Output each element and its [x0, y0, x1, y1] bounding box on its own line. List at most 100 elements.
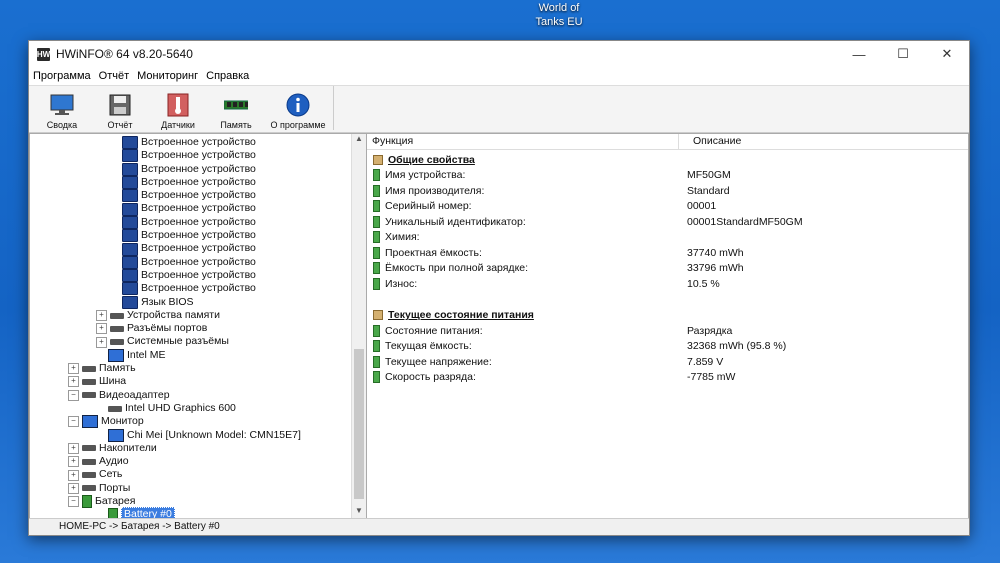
tree-item[interactable]: Встроенное устройство	[30, 216, 352, 229]
detail-key: Уникальный идентификатор:	[385, 215, 526, 228]
tree-item[interactable]: Встроенное устройство	[30, 282, 352, 296]
tree-item[interactable]: Intel ME	[30, 349, 352, 362]
detail-value: Разрядка	[687, 324, 733, 337]
tree-item[interactable]: Встроенное устройство	[30, 256, 352, 269]
memory-button[interactable]: Память	[207, 86, 265, 130]
detail-row[interactable]: Состояние питания: Разрядка	[367, 323, 968, 339]
detail-row[interactable]: Проектная ёмкость: 37740 mWh	[367, 245, 968, 261]
tree-item-label: Язык BIOS	[141, 295, 194, 308]
scroll-down-icon[interactable]: ▼	[352, 506, 366, 518]
detail-row[interactable]: Ёмкость при полной зарядке: 33796 mWh	[367, 261, 968, 277]
detail-row[interactable]: Имя производителя: Standard	[367, 183, 968, 199]
detail-value: 37740 mWh	[687, 246, 744, 259]
tree-item-label: Встроенное устройство	[141, 255, 256, 268]
tree-item[interactable]: + Накопители	[30, 442, 352, 455]
tree-scrollbar[interactable]: ▲ ▼	[351, 134, 366, 518]
section-title: Общие свойства	[388, 153, 475, 166]
title-bar[interactable]: HW HWiNFO® 64 v8.20-5640 — ☐ ✕	[29, 41, 969, 67]
expand-icon[interactable]: +	[68, 376, 79, 388]
tree-item-label: Устройства памяти	[127, 308, 220, 321]
expand-icon[interactable]: +	[68, 363, 79, 375]
close-button[interactable]: ✕	[925, 41, 969, 67]
tree-item[interactable]: − Видеоадаптер	[30, 389, 352, 402]
tree-item[interactable]: Встроенное устройство	[30, 163, 352, 176]
collapse-icon[interactable]: −	[68, 416, 79, 428]
about-button[interactable]: О программе	[265, 86, 331, 130]
detail-row[interactable]: Уникальный идентификатор: 00001StandardMF…	[367, 214, 968, 230]
chip-device-icon	[122, 229, 138, 243]
expand-icon[interactable]: +	[96, 323, 107, 335]
tree-item[interactable]: Chi Mei [Unknown Model: CMN15E7]	[30, 429, 352, 442]
tree-item[interactable]: + Сеть	[30, 468, 352, 481]
tree-item[interactable]: + Разъёмы портов	[30, 322, 352, 335]
tree-item[interactable]: Язык BIOS	[30, 296, 352, 309]
tree-item[interactable]: − Монитор	[30, 415, 352, 429]
tree-item[interactable]: + Системные разъёмы	[30, 335, 352, 348]
tree-item-label: Встроенное устройство	[141, 229, 256, 242]
menu-report[interactable]: Отчёт	[99, 70, 129, 82]
collapse-icon[interactable]: −	[68, 496, 79, 508]
tree-item-label: Накопители	[99, 441, 157, 454]
tree-item[interactable]: + Устройства памяти	[30, 309, 352, 322]
menu-bar: Программа Отчёт Мониторинг Справка	[29, 67, 969, 85]
menu-help[interactable]: Справка	[206, 70, 249, 82]
detail-row[interactable]: Химия:	[367, 230, 968, 246]
device-tree-pane[interactable]: Встроенное устройство Встроенное устройст…	[29, 133, 367, 519]
scroll-up-icon[interactable]: ▲	[352, 134, 366, 146]
battery-item-icon	[373, 200, 380, 213]
menu-program[interactable]: Программа	[33, 70, 91, 82]
tree-item[interactable]: Встроенное устройство	[30, 229, 352, 243]
report-button[interactable]: Отчёт	[91, 86, 149, 130]
desktop-icon-label[interactable]: World of Tanks EU	[528, 1, 590, 29]
tree-item[interactable]: Встроенное устройство	[30, 269, 352, 283]
detail-key: Имя производителя:	[385, 184, 485, 197]
collapse-icon[interactable]: −	[68, 389, 79, 401]
column-header-function[interactable]: Функция	[367, 134, 679, 149]
gray-device-icon	[82, 392, 96, 399]
tree-item[interactable]: Встроенное устройство	[30, 176, 352, 190]
tree-item[interactable]: + Аудио	[30, 455, 352, 468]
detail-row[interactable]: Скорость разряда: -7785 mW	[367, 370, 968, 386]
tree-item[interactable]: Встроенное устройство	[30, 242, 352, 256]
menu-monitoring[interactable]: Мониторинг	[137, 70, 198, 82]
tree-item[interactable]: Intel UHD Graphics 600	[30, 402, 352, 415]
battery-item-icon	[373, 277, 380, 290]
hwinfo-window: HW HWiNFO® 64 v8.20-5640 — ☐ ✕ Программа…	[28, 40, 970, 536]
maximize-button[interactable]: ☐	[881, 41, 925, 67]
tree-item[interactable]: + Память	[30, 362, 352, 375]
tree-item[interactable]: Встроенное устройство	[30, 136, 352, 150]
expand-icon[interactable]: +	[68, 469, 79, 481]
detail-key: Текущая ёмкость:	[385, 340, 472, 353]
blue-device-icon	[108, 428, 124, 442]
summary-button[interactable]: Сводка	[33, 86, 91, 130]
tree-item[interactable]: Встроенное устройство	[30, 202, 352, 216]
detail-row[interactable]: Износ: 10.5 %	[367, 276, 968, 292]
tree-item[interactable]: + Шина	[30, 375, 352, 388]
tree-item-label: Intel UHD Graphics 600	[125, 401, 236, 414]
tree-item[interactable]: Встроенное устройство	[30, 189, 352, 203]
detail-key: Состояние питания:	[385, 324, 483, 337]
expand-icon[interactable]: +	[68, 456, 79, 468]
detail-row[interactable]: Текущая ёмкость: 32368 mWh (95.8 %)	[367, 339, 968, 355]
chip-device-icon	[122, 189, 138, 203]
sensors-button[interactable]: Датчики	[149, 86, 207, 130]
expand-icon[interactable]: +	[96, 336, 107, 348]
chip-device-icon	[122, 162, 138, 176]
column-header-description[interactable]: Описание	[679, 134, 741, 149]
tree-item[interactable]: Встроенное устройство	[30, 149, 352, 163]
expand-icon[interactable]: +	[68, 482, 79, 494]
detail-row[interactable]: Имя устройства: MF50GM	[367, 168, 968, 184]
gray-device-icon	[110, 312, 124, 319]
expand-icon[interactable]: +	[68, 442, 79, 454]
tree-item[interactable]: − Батарея	[30, 495, 352, 509]
battery-item-icon	[373, 184, 380, 197]
battery-item-icon	[373, 324, 380, 337]
minimize-button[interactable]: —	[837, 41, 881, 67]
detail-row[interactable]: Текущее напряжение: 7.859 V	[367, 354, 968, 370]
expand-icon[interactable]: +	[96, 310, 107, 321]
tree-item[interactable]: + Порты	[30, 482, 352, 495]
monitor-icon	[50, 93, 74, 117]
detail-row[interactable]: Серийный номер: 00001	[367, 199, 968, 215]
scroll-thumb[interactable]	[354, 349, 364, 499]
tree-item-label: Chi Mei [Unknown Model: CMN15E7]	[127, 428, 301, 441]
